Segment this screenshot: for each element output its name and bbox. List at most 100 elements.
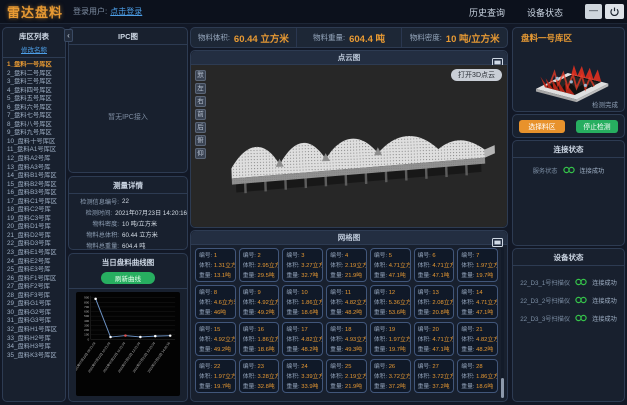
grid-cell[interactable]: 编号: 13体积: 2.08立方米重量: 20.8吨 [414,285,455,319]
grid-cell[interactable]: 编号: 24体积: 3.39立方米重量: 33.9吨 [282,359,323,393]
sidebar-area-item[interactable]: 19_盘料C3号库 [7,215,63,224]
grid-cell[interactable]: 编号: 19体积: 1.97立方米重量: 19.7吨 [370,322,411,356]
sidebar-area-item[interactable]: 6_盘料六号库区 [7,104,63,113]
sidebar-area-item[interactable]: 26_盘料F1号库区 [7,275,63,284]
grid-cell[interactable]: 编号: 27体积: 3.72立方米重量: 37.2吨 [414,359,455,393]
sidebar-area-item[interactable]: 25_盘料E3号库 [7,266,63,275]
sidebar-area-item[interactable]: 1_盘料一号库区 [7,61,63,70]
grid-cell[interactable]: 编号: 3体积: 3.27立方米重量: 32.7吨 [282,248,323,282]
daily-curve-chart: 01002003004005006007008009002021年07月23日 … [76,292,180,396]
grid-cell[interactable]: 编号: 2体积: 2.95立方米重量: 29.5吨 [239,248,280,282]
minimize-button[interactable]: — [585,4,602,19]
sidebar-area-item[interactable]: 32_盘料H1号库区 [7,326,63,335]
view-button[interactable]: 俯 [195,135,206,146]
login-link[interactable]: 点击登录 [110,6,142,17]
chain-link-icon [574,314,588,322]
power-button[interactable] [605,4,624,19]
grid-cell[interactable]: 编号: 23体积: 3.28立方米重量: 32.8吨 [239,359,280,393]
sidebar-area-item[interactable]: 8_盘料八号库区 [7,121,63,130]
grid-cell[interactable]: 编号: 9体积: 4.92立方米重量: 49.2吨 [239,285,280,319]
grid-cell[interactable]: 编号: 4体积: 2.19立方米重量: 21.9吨 [326,248,367,282]
stop-detect-button[interactable]: 停止检测 [576,120,618,133]
select-area-button[interactable]: 选择料区 [519,120,565,133]
sidebar-area-item[interactable]: 3_盘料三号库区 [7,78,63,87]
svg-text:0: 0 [88,337,90,341]
grid-cell[interactable]: 编号: 10体积: 1.86立方米重量: 18.6吨 [282,285,323,319]
cell-volume-line: 体积: 2.08立方米 [418,298,453,308]
grid-cell[interactable]: 编号: 21体积: 4.82立方米重量: 48.2吨 [457,322,498,356]
sidebar-area-item[interactable]: 14_盘料B1号库区 [7,172,63,181]
sidebar-area-item[interactable]: 17_盘料C1号库区 [7,198,63,207]
grid-scrollbar[interactable] [501,248,504,398]
grid-cell[interactable]: 编号: 5体积: 4.71立方米重量: 47.1吨 [370,248,411,282]
grid-cell[interactable]: 编号: 6体积: 4.71立方米重量: 47.1吨 [414,248,455,282]
collapse-left-icon[interactable]: ‹ [64,29,73,42]
grid-cell[interactable]: 编号: 28体积: 1.86立方米重量: 18.6吨 [457,359,498,393]
sidebar-area-item[interactable]: 16_盘料B3号库区 [7,189,63,198]
grid-cell[interactable]: 编号: 14体积: 4.71立方米重量: 47.1吨 [457,285,498,319]
sidebar-area-item[interactable]: 21_盘料D2号库 [7,232,63,241]
grid-cell[interactable]: 编号: 20体积: 4.71立方米重量: 47.1吨 [414,322,455,356]
sidebar-area-item[interactable]: 33_盘料H2号库 [7,335,63,344]
storage-area-list-panel: 库区列表 修改名称 1_盘料一号库区2_盘料二号库区3_盘料三号库区4_盘料四号… [2,27,66,402]
refresh-curve-button[interactable]: 刷新曲线 [101,272,155,284]
cell-weight-line: 重量: 13.1吨 [199,271,234,281]
header-menu-item[interactable]: 历史查询 [469,8,505,18]
sidebar-area-item[interactable]: 31_盘料G3号库 [7,317,63,326]
view-button[interactable]: 后 [195,122,206,133]
grid-scrollbar-thumb[interactable] [501,378,504,398]
sidebar-area-item[interactable]: 28_盘料F3号库 [7,292,63,301]
sidebar-area-item[interactable]: 13_盘料A3号库 [7,164,63,173]
sidebar-area-item[interactable]: 11_盘料A1号库区 [7,146,63,155]
sidebar-area-item[interactable]: 22_盘料D3号库 [7,240,63,249]
view-button[interactable]: 左 [195,83,206,94]
rename-link[interactable]: 修改名称 [3,42,65,58]
grid-cell[interactable]: 编号: 25体积: 2.19立方米重量: 21.9吨 [326,359,367,393]
sidebar-area-item[interactable]: 18_盘料C2号库 [7,206,63,215]
ipc-title: IPC图 [69,28,187,45]
detect-status-caption: 检测完成 [592,99,618,109]
sidebar-area-item[interactable]: 2_盘料二号库区 [7,70,63,79]
sidebar-area-item[interactable]: 27_盘料F2号库 [7,283,63,292]
grid-cell[interactable]: 编号: 12体积: 5.36立方米重量: 53.6吨 [370,285,411,319]
grid-cell[interactable]: 编号: 17体积: 4.82立方米重量: 48.2吨 [282,322,323,356]
cell-weight-line: 重量: 19.7吨 [374,345,409,355]
grid-cell[interactable]: 编号: 18体积: 4.93立方米重量: 49.3吨 [326,322,367,356]
grid-cell[interactable]: 编号: 7体积: 1.97立方米重量: 19.7吨 [457,248,498,282]
stat-volume-label: 物料体积: [198,32,230,43]
sidebar-area-item[interactable]: 7_盘料七号库区 [7,112,63,121]
measure-row: 物料密度:10 吨/立方米 [69,218,187,229]
header-menu-item[interactable]: 设备状态 [527,8,563,18]
view-button[interactable]: 仰 [195,148,206,159]
cell-weight-line: 重量: 19.7吨 [461,271,496,281]
chain-link-icon [562,166,576,174]
sidebar-area-item[interactable]: 15_盘料B2号库区 [7,181,63,190]
grid-cell[interactable]: 编号: 11体积: 4.82立方米重量: 48.2吨 [326,285,367,319]
grid-cell[interactable]: 编号: 16体积: 1.86立方米重量: 18.6吨 [239,322,280,356]
grid-cell[interactable]: 编号: 22体积: 1.97立方米重量: 19.7吨 [195,359,236,393]
grid-cell[interactable]: 编号: 26体积: 3.72立方米重量: 37.2吨 [370,359,411,393]
ipc-empty-text: 暂无IPC接入 [69,112,187,122]
sidebar-area-item[interactable]: 12_盘料A2号库 [7,155,63,164]
grid-cell[interactable]: 编号: 8体积: 4.6立方米重量: 46吨 [195,285,236,319]
sidebar-area-item[interactable]: 35_盘料K3号库区 [7,352,63,361]
pointcloud-viewport[interactable]: 默左右前后俯仰 打开3D点云 [191,65,507,227]
view-button[interactable]: 前 [195,109,206,120]
sidebar-area-item[interactable]: 30_盘料G2号库 [7,309,63,318]
warehouse-3d-render [522,43,617,103]
view-button[interactable]: 默 [195,70,206,81]
sidebar-area-item[interactable]: 34_盘料H3号库 [7,343,63,352]
sidebar-area-item[interactable]: 4_盘料四号库区 [7,87,63,96]
sidebar-area-item[interactable]: 9_盘料九号库区 [7,129,63,138]
view-button[interactable]: 右 [195,96,206,107]
sidebar-area-item[interactable]: 29_盘料G1号库 [7,300,63,309]
sidebar-area-item[interactable]: 20_盘料D1号库 [7,223,63,232]
sidebar-area-item[interactable]: 10_盘料十号库区 [7,138,63,147]
open-3d-button[interactable]: 打开3D点云 [451,69,502,81]
sidebar-area-item[interactable]: 24_盘料E2号库 [7,258,63,267]
grid-cell[interactable]: 编号: 1体积: 1.31立方米重量: 13.1吨 [195,248,236,282]
sidebar-area-item[interactable]: 23_盘料E1号库区 [7,249,63,258]
stat-density-label: 物料密度: [410,32,442,43]
sidebar-area-item[interactable]: 5_盘料五号库区 [7,95,63,104]
grid-cell[interactable]: 编号: 15体积: 4.92立方米重量: 49.2吨 [195,322,236,356]
